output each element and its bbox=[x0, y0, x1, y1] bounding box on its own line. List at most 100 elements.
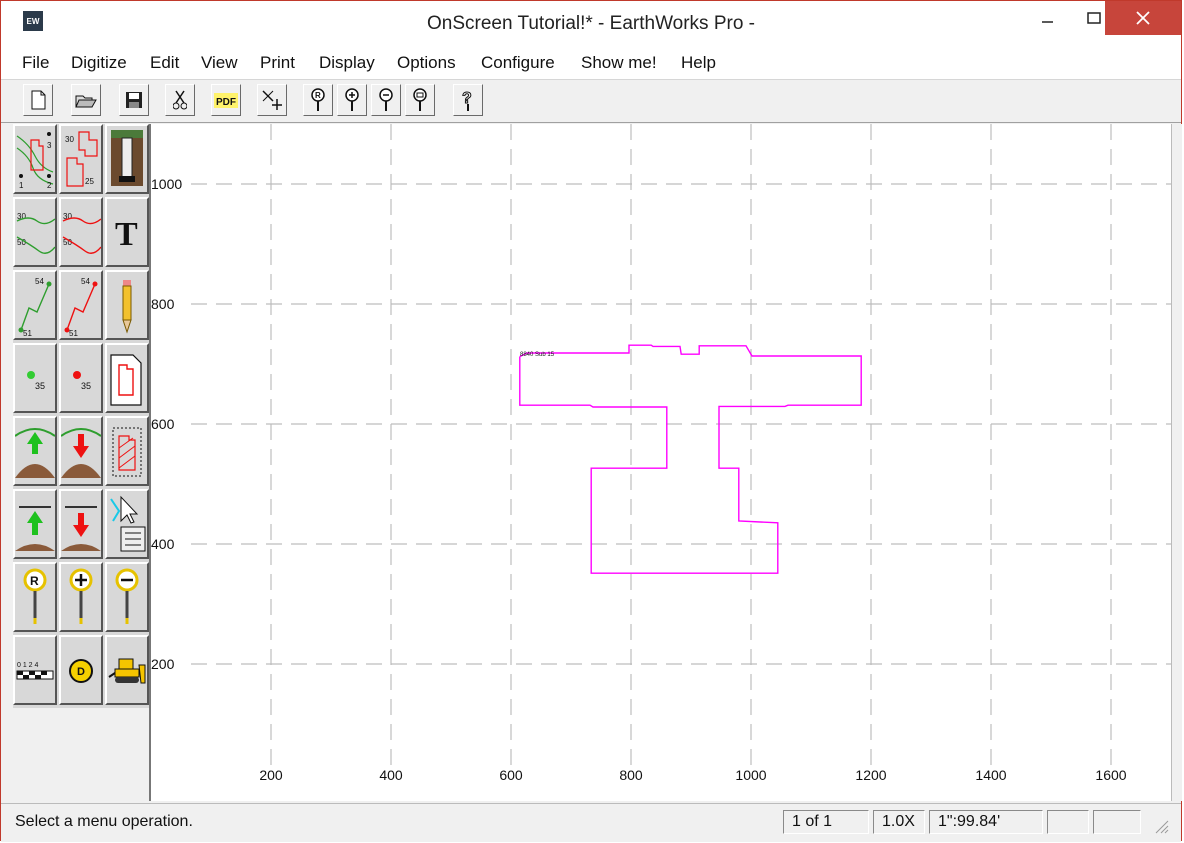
menu-view[interactable]: View bbox=[201, 53, 238, 73]
existing-point-tool[interactable]: 35 bbox=[13, 343, 57, 413]
open-folder-icon bbox=[75, 95, 97, 108]
existing-contour-tool[interactable]: 30 50 bbox=[13, 197, 57, 267]
menu-print[interactable]: Print bbox=[260, 53, 295, 73]
proposed-spot-tool[interactable]: 54 51 bbox=[59, 270, 103, 340]
text-icon: T bbox=[115, 216, 138, 253]
distance-tool[interactable]: D bbox=[59, 635, 103, 705]
numbered-outline-tool[interactable]: 30 25 bbox=[59, 124, 103, 194]
pdf-button[interactable]: PDF bbox=[211, 84, 241, 116]
existing-spot-tool[interactable]: 54 51 bbox=[13, 270, 57, 340]
pencil-tool[interactable] bbox=[105, 270, 149, 340]
select-tool[interactable] bbox=[105, 489, 149, 559]
y-tick-label: 1000 bbox=[151, 176, 182, 192]
cut-scissors-icon bbox=[173, 90, 187, 110]
menu-file[interactable]: File bbox=[22, 53, 49, 73]
new-file-icon bbox=[31, 90, 46, 110]
svg-text:35: 35 bbox=[81, 381, 91, 391]
region-outline-icon bbox=[110, 354, 142, 406]
lower-tool[interactable] bbox=[59, 489, 103, 559]
numbered-outline-icon: 30 25 bbox=[65, 131, 98, 187]
proposed-spot-elevation-icon: 54 51 bbox=[64, 277, 98, 338]
y-tick-label: 600 bbox=[151, 416, 175, 432]
svg-text:30: 30 bbox=[65, 135, 74, 144]
proposed-point-tool[interactable]: 35 bbox=[59, 343, 103, 413]
save-button[interactable] bbox=[119, 84, 149, 116]
x-tick-label: 1600 bbox=[1095, 767, 1126, 783]
resize-grip-icon[interactable] bbox=[1153, 818, 1169, 834]
toolbar: PDF R ? bbox=[1, 80, 1181, 123]
title-bar[interactable]: EW OnScreen Tutorial!* - EarthWorks Pro … bbox=[1, 1, 1181, 47]
close-icon bbox=[1136, 11, 1150, 25]
earthworks-tool[interactable] bbox=[105, 635, 149, 705]
svg-text:2: 2 bbox=[47, 181, 52, 190]
cut-button[interactable] bbox=[165, 84, 195, 116]
proposed-point-icon: 35 bbox=[73, 371, 91, 391]
zoom-in-tool[interactable] bbox=[59, 562, 103, 632]
x-tick-label: 600 bbox=[499, 767, 523, 783]
hatched-region-tool[interactable] bbox=[105, 416, 149, 486]
minimize-button[interactable] bbox=[1025, 1, 1071, 35]
crosshair-cursor-icon bbox=[262, 90, 282, 110]
open-button[interactable] bbox=[71, 84, 101, 116]
svg-text:54: 54 bbox=[35, 277, 44, 286]
zoom-in-icon bbox=[345, 88, 359, 111]
zoom-window-icon bbox=[413, 88, 427, 111]
zoom-out-tool[interactable] bbox=[105, 562, 149, 632]
zoom-out-pin-icon bbox=[115, 568, 139, 624]
proposed-contour-tool[interactable]: 30 50 bbox=[59, 197, 103, 267]
menu-bar: File Digitize Edit View Print Display Op… bbox=[1, 47, 1181, 80]
menu-edit[interactable]: Edit bbox=[150, 53, 179, 73]
plot-area[interactable]: 1000 800 600 400 200 200 400 600 800 1000 1200 140… bbox=[151, 124, 1171, 801]
minimize-icon bbox=[1042, 21, 1053, 23]
close-button[interactable] bbox=[1105, 1, 1181, 35]
window-title: OnScreen Tutorial!* - EarthWorks Pro - bbox=[426, 13, 756, 34]
zoom-in-button[interactable] bbox=[337, 84, 367, 116]
region-outline-tool[interactable] bbox=[105, 343, 149, 413]
status-scale: 1":99.84' bbox=[929, 810, 1043, 834]
raise-elevation-icon bbox=[15, 506, 55, 551]
y-axis-labels: 1000 800 600 400 200 bbox=[151, 176, 182, 672]
x-axis-labels: 200 400 600 800 1000 1200 1400 1600 bbox=[259, 767, 1126, 783]
svg-text:1: 1 bbox=[19, 181, 24, 190]
menu-digitize[interactable]: Digitize bbox=[71, 53, 127, 73]
reset-zoom-tool[interactable]: R bbox=[13, 562, 57, 632]
status-cell-5 bbox=[1093, 810, 1141, 834]
menu-help[interactable]: Help bbox=[681, 53, 716, 73]
pdf-icon: PDF bbox=[214, 93, 238, 108]
svg-text:35: 35 bbox=[35, 381, 45, 391]
menu-show-me[interactable]: Show me! bbox=[581, 53, 657, 73]
zoom-window-button[interactable] bbox=[405, 84, 435, 116]
new-button[interactable] bbox=[23, 84, 53, 116]
site-outline-polygon[interactable] bbox=[519, 344, 862, 574]
x-tick-label: 200 bbox=[259, 767, 283, 783]
y-tick-label: 200 bbox=[151, 656, 175, 672]
raise-tool[interactable] bbox=[13, 489, 57, 559]
borehole-tool[interactable] bbox=[105, 124, 149, 194]
menu-configure[interactable]: Configure bbox=[481, 53, 555, 73]
zoom-reset-button[interactable]: R bbox=[303, 84, 333, 116]
menu-options[interactable]: Options bbox=[397, 53, 456, 73]
svg-text:3: 3 bbox=[47, 141, 52, 150]
cut-tool[interactable] bbox=[59, 416, 103, 486]
fill-mound-icon bbox=[15, 428, 55, 478]
tool-palette: 3 1 2 30 25 30 50 30 50 T 54 51 54 51 35… bbox=[13, 124, 149, 708]
svg-text:25: 25 bbox=[85, 177, 94, 186]
zoom-out-button[interactable] bbox=[371, 84, 401, 116]
proposed-contour-icon: 30 50 bbox=[62, 212, 101, 254]
svg-text:?: ? bbox=[462, 90, 472, 107]
status-page: 1 of 1 bbox=[783, 810, 869, 834]
contour-outline-tool[interactable]: 3 1 2 bbox=[13, 124, 57, 194]
existing-point-icon: 35 bbox=[27, 371, 45, 391]
polygon-label: 8840 Sub 15 bbox=[520, 352, 555, 358]
digitize-button[interactable] bbox=[257, 84, 287, 116]
text-tool[interactable]: T bbox=[105, 197, 149, 267]
zoom-in-pin-icon bbox=[69, 568, 93, 624]
drawing-canvas[interactable]: 1000 800 600 400 200 200 400 600 800 1000 1200 140… bbox=[151, 124, 1171, 801]
scale-tool[interactable]: 0 1 2 4 bbox=[13, 635, 57, 705]
menu-display[interactable]: Display bbox=[319, 53, 375, 73]
fill-tool[interactable] bbox=[13, 416, 57, 486]
x-tick-label: 800 bbox=[619, 767, 643, 783]
help-button[interactable]: ? bbox=[453, 84, 483, 116]
svg-text:PDF: PDF bbox=[216, 97, 236, 108]
app-window: EW OnScreen Tutorial!* - EarthWorks Pro … bbox=[0, 0, 1182, 842]
